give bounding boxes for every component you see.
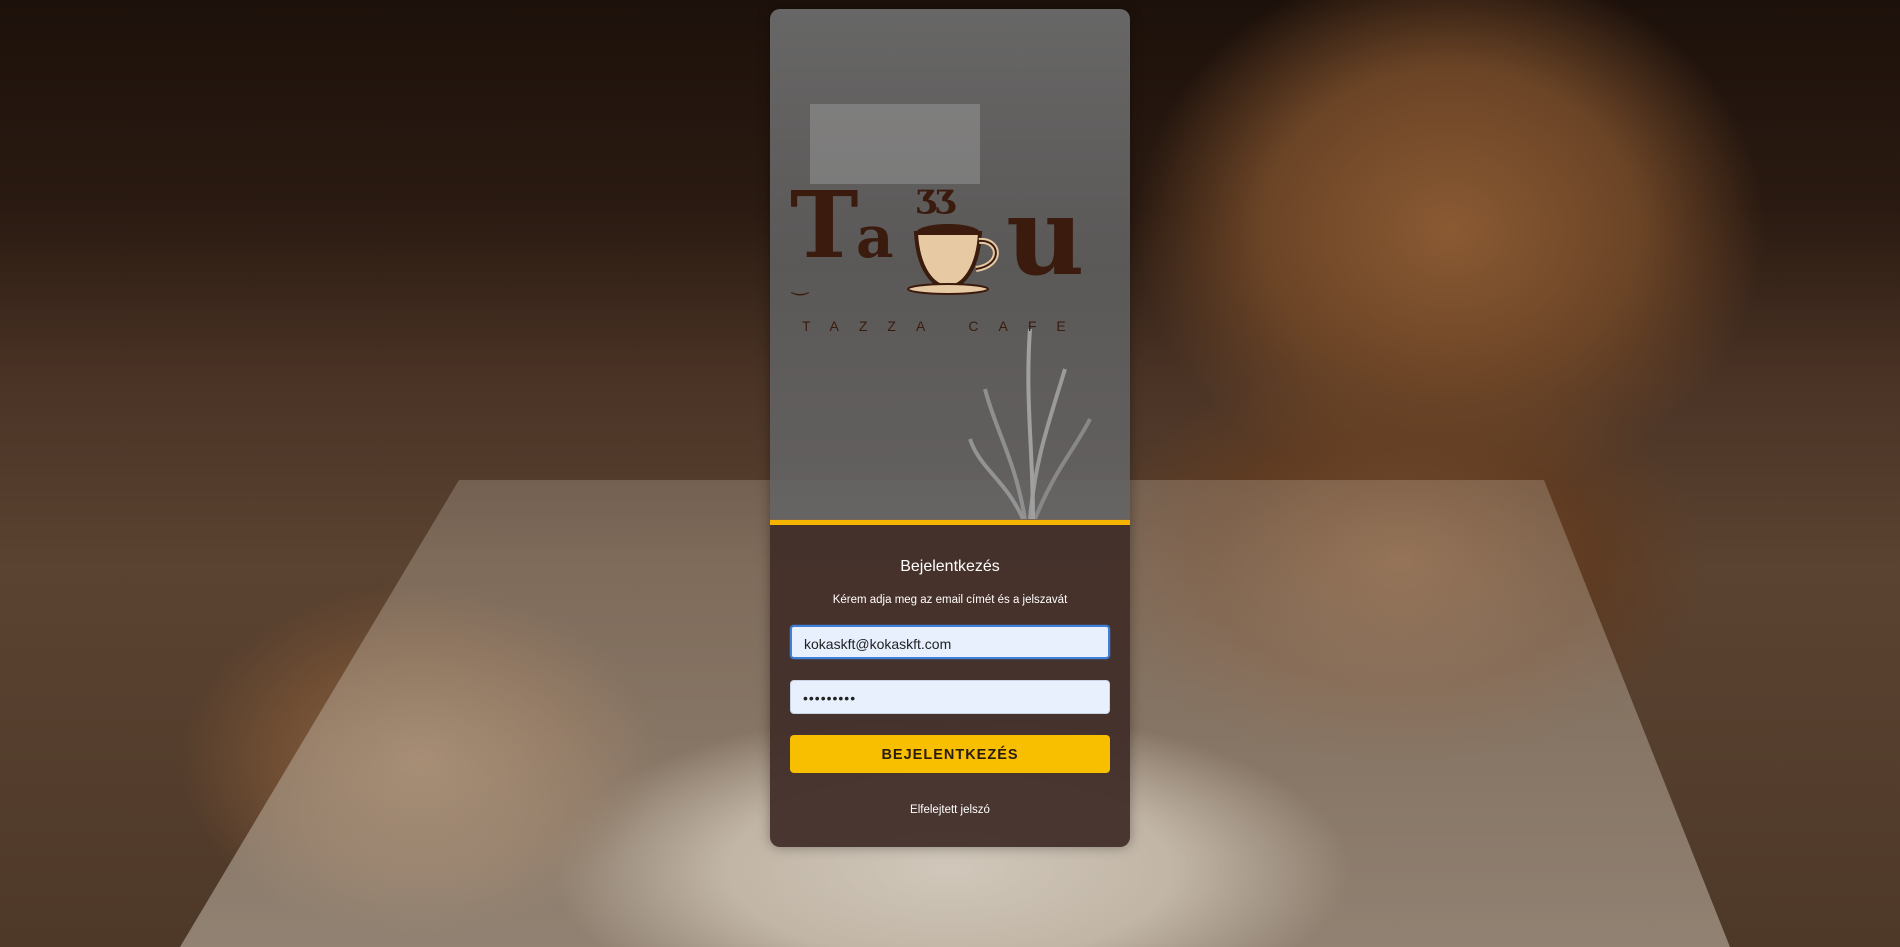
svg-text:‿: ‿: [791, 272, 809, 296]
svg-text:a: a: [856, 203, 894, 271]
password-field[interactable]: •••••••••: [790, 680, 1110, 714]
svg-text:ʒʒ: ʒʒ: [916, 176, 956, 216]
form-title: Bejelentkezés: [900, 558, 1000, 575]
login-form: Bejelentkezés Kérem adja meg az email cí…: [770, 525, 1130, 847]
tazza-logo: T a ʒʒ u ‿ TAZZA CAFE: [790, 171, 1086, 334]
cafe-hero-image: T a ʒʒ u ‿ TAZZA CAFE: [770, 9, 1130, 519]
forgot-password-link[interactable]: Elfelejtett jelszó: [770, 804, 1130, 816]
email-field[interactable]: kokaskft@kokaskft.com: [790, 625, 1110, 659]
form-subtitle: Kérem adja meg az email címét és a jelsz…: [832, 594, 1068, 606]
svg-text:u: u: [1006, 174, 1085, 300]
login-button[interactable]: BEJELENTKEZÉS: [790, 735, 1110, 773]
svg-text:T: T: [790, 171, 858, 279]
logo-tagline: TAZZA CAFE: [802, 318, 1086, 334]
login-card: T a ʒʒ u ‿ TAZZA CAFE Bejelentkezés Kére…: [770, 9, 1130, 847]
